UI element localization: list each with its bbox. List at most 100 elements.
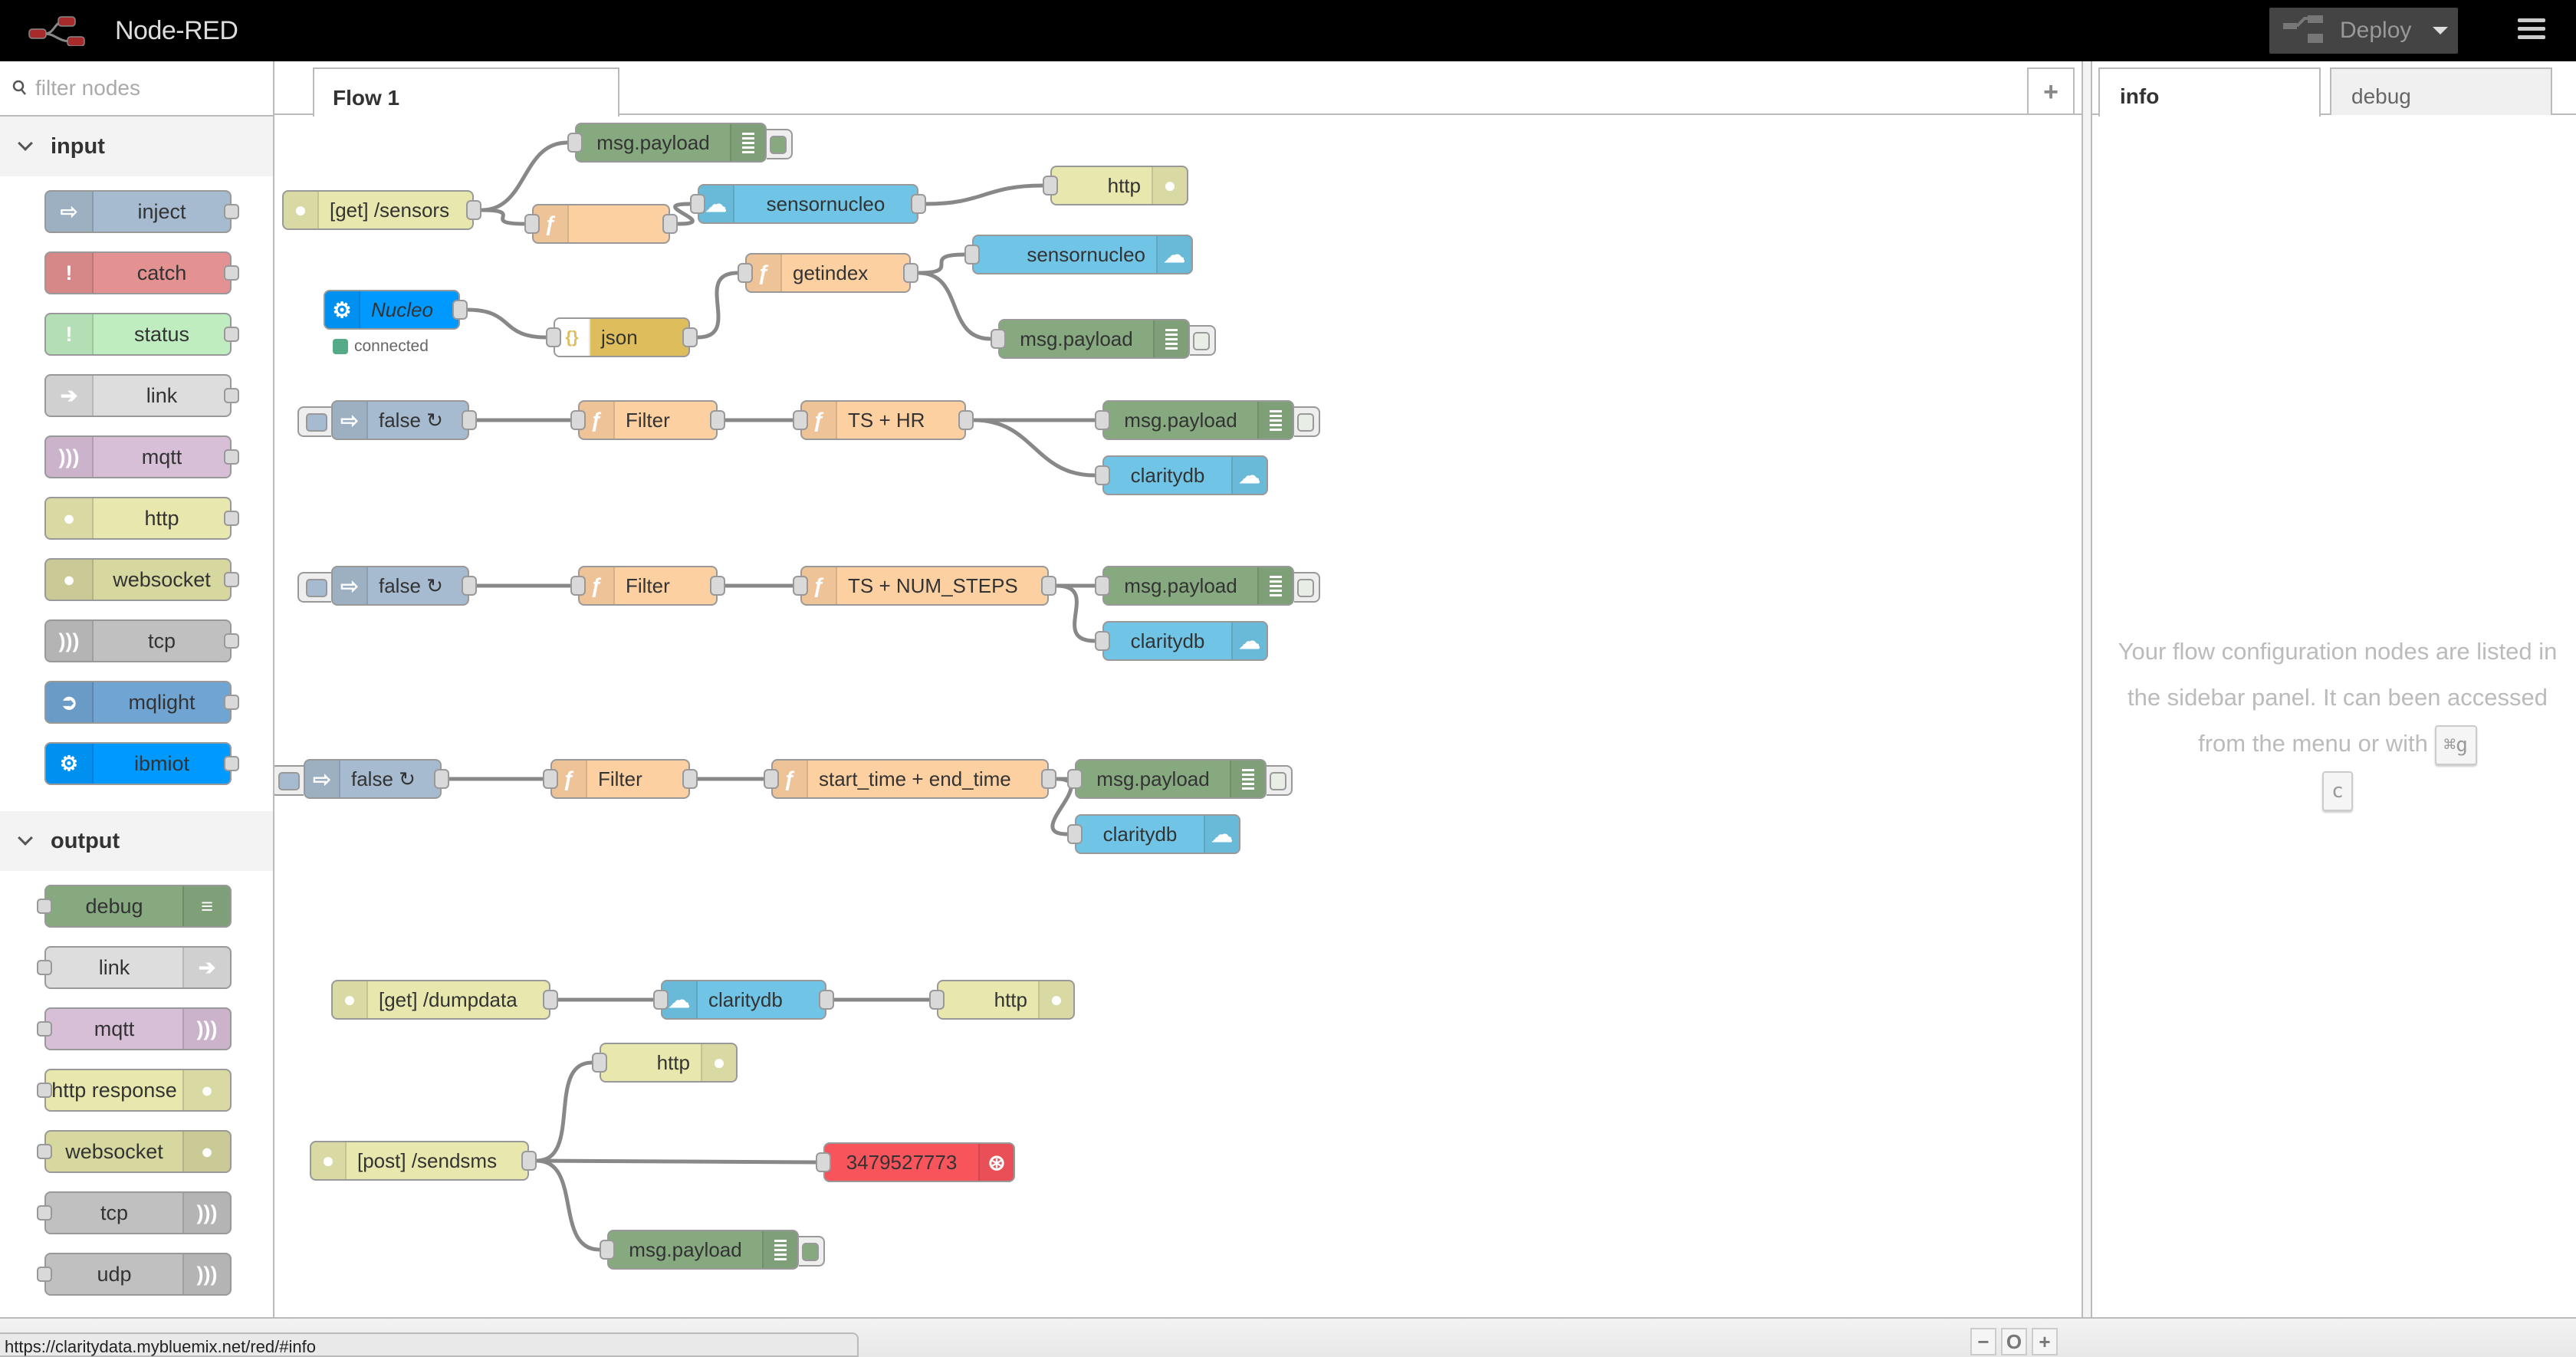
debug-toggle-button[interactable]	[1294, 572, 1320, 603]
input-port[interactable]	[567, 133, 583, 153]
wire-getindex-to-sensornucleo2[interactable]	[918, 252, 965, 275]
wire-ts-hr-to-claritydb1[interactable]	[973, 418, 1096, 478]
palette-node-input-catch[interactable]: ! catch	[44, 251, 239, 294]
zoom-in-button[interactable]: +	[2032, 1328, 2058, 1355]
palette-node-input-ibmiot[interactable]: ⚙ ibmiot	[44, 742, 239, 785]
palette-node-output-websocket[interactable]: websocket ●	[37, 1130, 232, 1173]
flow-node-ts-steps[interactable]: ƒ TS + NUM_STEPS	[793, 566, 1056, 606]
sidebar-resize-handle[interactable]	[2082, 61, 2092, 1357]
input-port[interactable]	[816, 1152, 831, 1172]
flow-node-claritydb4[interactable]: ☁ claritydb	[653, 980, 834, 1020]
palette-category-output[interactable]: output	[0, 811, 273, 871]
palette-node-input-mqlight[interactable]: ➲ mqlight	[44, 681, 239, 724]
flow-node-post-sms[interactable]: ● [post] /sendsms	[310, 1141, 537, 1181]
output-port[interactable]	[543, 990, 558, 1010]
flow-node-http3[interactable]: http ●	[592, 1043, 738, 1083]
inject-trigger-button[interactable]	[297, 572, 331, 603]
flow-node-get-dump[interactable]: ● [get] /dumpdata	[331, 980, 558, 1020]
flow-node-func-unnamed[interactable]: ƒ	[524, 204, 678, 244]
input-port[interactable]	[600, 1240, 615, 1260]
output-port[interactable]	[682, 769, 698, 789]
palette-node-output-tcp[interactable]: tcp)))	[37, 1191, 232, 1234]
debug-toggle-button[interactable]	[1190, 325, 1216, 356]
inject-trigger-button[interactable]	[297, 406, 331, 437]
wire-post-sms-to-http3[interactable]	[536, 1060, 593, 1163]
palette-node-input-mqtt[interactable]: ))) mqtt	[44, 435, 239, 478]
palette-node-input-inject[interactable]: ⇨ inject	[44, 190, 239, 233]
input-port[interactable]	[570, 410, 586, 430]
palette-node-output-debug[interactable]: debug ≡	[37, 885, 232, 928]
input-port[interactable]	[1043, 176, 1058, 196]
output-port[interactable]	[452, 300, 468, 320]
flow-node-debug1[interactable]: msg.payload	[567, 123, 793, 163]
input-port[interactable]	[653, 990, 669, 1010]
wire-get-sensors-to-func-unnamed[interactable]	[481, 208, 525, 226]
flow-node-sensornucleo1[interactable]: ☁ sensornucleo	[690, 184, 926, 224]
output-port[interactable]	[710, 410, 725, 430]
flow-node-claritydb3[interactable]: claritydb ☁	[1067, 814, 1240, 854]
debug-toggle-button[interactable]	[799, 1236, 825, 1267]
flow-workspace[interactable]: ● [get] /sensors msg.payload ƒ ☁ sensornucleo…	[274, 117, 2082, 1317]
output-port[interactable]	[662, 214, 678, 234]
flow-node-json[interactable]: {} json	[546, 317, 698, 357]
flow-node-debug4[interactable]: msg.payload	[1095, 566, 1320, 606]
input-port[interactable]	[1067, 769, 1083, 789]
tab-debug[interactable]: debug	[2330, 67, 2552, 115]
wire-sensornucleo1-to-http1[interactable]	[925, 183, 1043, 206]
flow-node-start-end[interactable]: ƒ start_time + end_time	[764, 759, 1056, 799]
flow-node-nucleo[interactable]: ⚙ Nucleo connected	[324, 290, 468, 355]
output-port[interactable]	[911, 194, 926, 214]
flow-node-inject1[interactable]: ⇨ false ↻	[297, 400, 477, 440]
flow-node-ts-hr[interactable]: ƒ TS + HR	[793, 400, 974, 440]
input-port[interactable]	[929, 990, 945, 1010]
input-port[interactable]	[524, 214, 540, 234]
wire-post-sms-to-twilio[interactable]	[536, 1158, 816, 1165]
palette-node-output-udp[interactable]: udp)))	[37, 1253, 232, 1296]
palette-node-input-http[interactable]: ● http	[44, 497, 239, 540]
flow-node-inject3[interactable]: ⇨ false ↻	[274, 759, 449, 799]
flow-node-filter1[interactable]: ƒ Filter	[570, 400, 725, 440]
wire-getindex-to-debug2[interactable]	[918, 271, 991, 341]
debug-toggle-button[interactable]	[1267, 765, 1293, 796]
output-port[interactable]	[466, 200, 481, 220]
output-port[interactable]	[1041, 576, 1056, 596]
input-port[interactable]	[1067, 824, 1083, 844]
input-port[interactable]	[991, 329, 1006, 349]
flow-node-http2[interactable]: http ●	[929, 980, 1075, 1020]
output-port[interactable]	[521, 1151, 537, 1171]
input-port[interactable]	[1095, 410, 1110, 430]
output-port[interactable]	[462, 410, 477, 430]
output-port[interactable]	[958, 410, 974, 430]
main-menu-button[interactable]	[2518, 18, 2545, 41]
wire-json-to-getindex[interactable]	[697, 271, 738, 340]
deploy-dropdown-icon[interactable]	[2433, 27, 2449, 34]
wire-nucleo-to-json[interactable]	[467, 307, 547, 340]
output-port[interactable]	[710, 576, 725, 596]
palette-category-input[interactable]: input	[0, 117, 273, 176]
input-port[interactable]	[570, 576, 586, 596]
output-port[interactable]	[462, 576, 477, 596]
flow-node-http1[interactable]: http ●	[1043, 166, 1188, 205]
debug-toggle-button[interactable]	[767, 129, 793, 159]
palette-node-input-link[interactable]: ➔ link	[44, 374, 239, 417]
input-port[interactable]	[1095, 465, 1110, 485]
flow-node-twilio[interactable]: 3479527773 ⊛	[816, 1142, 1015, 1182]
palette-node-input-status[interactable]: ! status	[44, 313, 239, 356]
output-port[interactable]	[903, 263, 918, 283]
zoom-reset-button[interactable]: O	[2001, 1328, 2027, 1355]
debug-toggle-button[interactable]	[1294, 406, 1320, 437]
input-port[interactable]	[546, 327, 561, 347]
wire-ts-steps-to-claritydb2[interactable]	[1056, 583, 1096, 643]
flow-node-inject2[interactable]: ⇨ false ↻	[297, 566, 477, 606]
input-port[interactable]	[793, 410, 808, 430]
output-port[interactable]	[1041, 769, 1056, 789]
inject-trigger-button[interactable]	[274, 765, 304, 796]
flow-node-claritydb2[interactable]: claritydb ☁	[1095, 621, 1268, 661]
tab-info[interactable]: info	[2098, 67, 2321, 117]
input-port[interactable]	[592, 1053, 607, 1073]
zoom-out-button[interactable]: −	[1970, 1328, 1996, 1355]
flow-node-debug6[interactable]: msg.payload	[600, 1230, 825, 1270]
palette-node-output-mqtt[interactable]: mqtt)))	[37, 1007, 232, 1050]
input-port[interactable]	[690, 194, 705, 214]
deploy-button[interactable]: Deploy	[2269, 8, 2458, 54]
